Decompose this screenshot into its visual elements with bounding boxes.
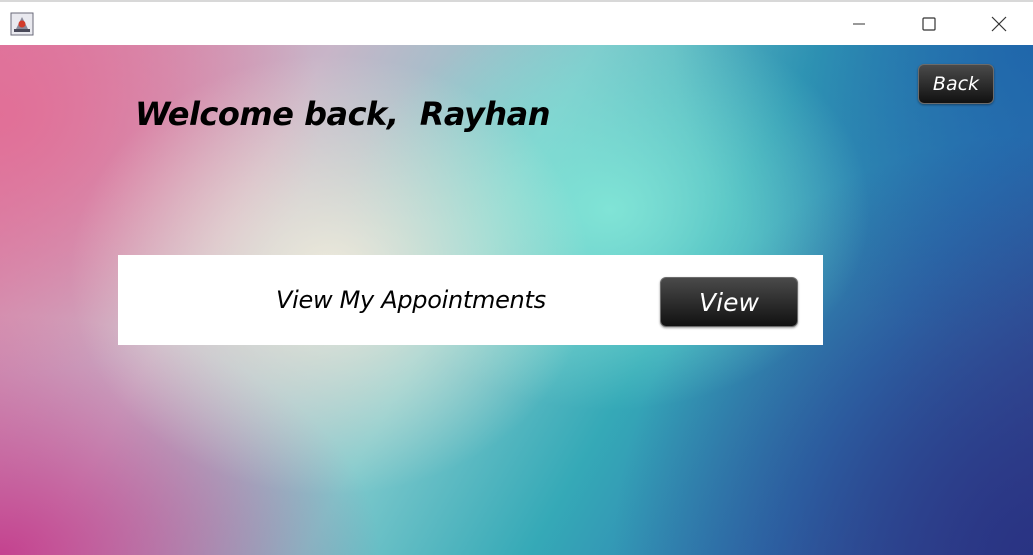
minimize-icon (853, 23, 865, 24)
minimize-button[interactable] (824, 2, 894, 45)
title-bar (0, 0, 1033, 45)
close-button[interactable] (964, 2, 1033, 45)
view-appointments-button[interactable]: View (660, 277, 798, 327)
welcome-heading: Welcome back, Rayhan (135, 95, 551, 133)
app-window: Welcome back, Rayhan Back View My Appoin… (0, 0, 1033, 555)
maximize-button[interactable] (894, 2, 964, 45)
close-icon (991, 16, 1007, 31)
content-area: Welcome back, Rayhan Back View My Appoin… (0, 45, 1033, 555)
appointments-card: View My Appointments View (118, 255, 823, 345)
maximize-icon (922, 16, 936, 31)
appointments-label: View My Appointments (276, 286, 546, 314)
back-button[interactable]: Back (918, 64, 994, 104)
java-app-icon (10, 12, 34, 36)
